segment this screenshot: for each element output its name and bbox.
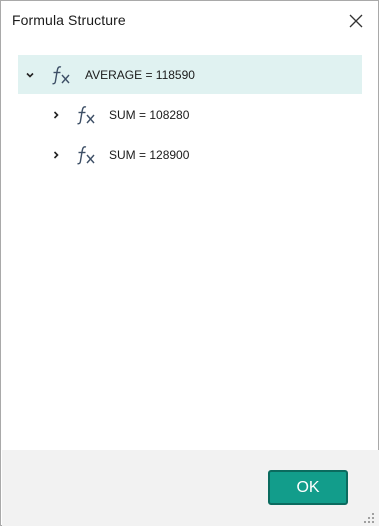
resize-grip-icon[interactable] bbox=[363, 512, 375, 524]
dialog-title: Formula Structure bbox=[12, 12, 126, 28]
formula-structure-dialog: Formula Structure AVERAGE = 118590 SUM =… bbox=[0, 0, 379, 526]
tree-node-sum-2[interactable]: SUM = 128900 bbox=[18, 135, 362, 174]
tree-node-sum-1[interactable]: SUM = 108280 bbox=[18, 95, 362, 134]
function-fx-icon bbox=[77, 106, 95, 125]
tree-node-label: AVERAGE = 118590 bbox=[85, 68, 195, 82]
tree-node-label: SUM = 128900 bbox=[109, 148, 190, 162]
formula-tree: AVERAGE = 118590 SUM = 108280 SUM = 1289… bbox=[18, 55, 362, 174]
chevron-right-icon[interactable] bbox=[49, 108, 63, 122]
close-icon bbox=[349, 14, 363, 28]
tree-node-average[interactable]: AVERAGE = 118590 bbox=[18, 55, 362, 94]
ok-button[interactable]: OK bbox=[268, 470, 348, 505]
function-fx-icon bbox=[52, 66, 70, 85]
close-button[interactable] bbox=[343, 8, 369, 34]
chevron-down-icon[interactable] bbox=[23, 68, 37, 82]
tree-node-label: SUM = 108280 bbox=[109, 108, 190, 122]
function-fx-icon bbox=[77, 146, 95, 165]
chevron-right-icon[interactable] bbox=[49, 148, 63, 162]
